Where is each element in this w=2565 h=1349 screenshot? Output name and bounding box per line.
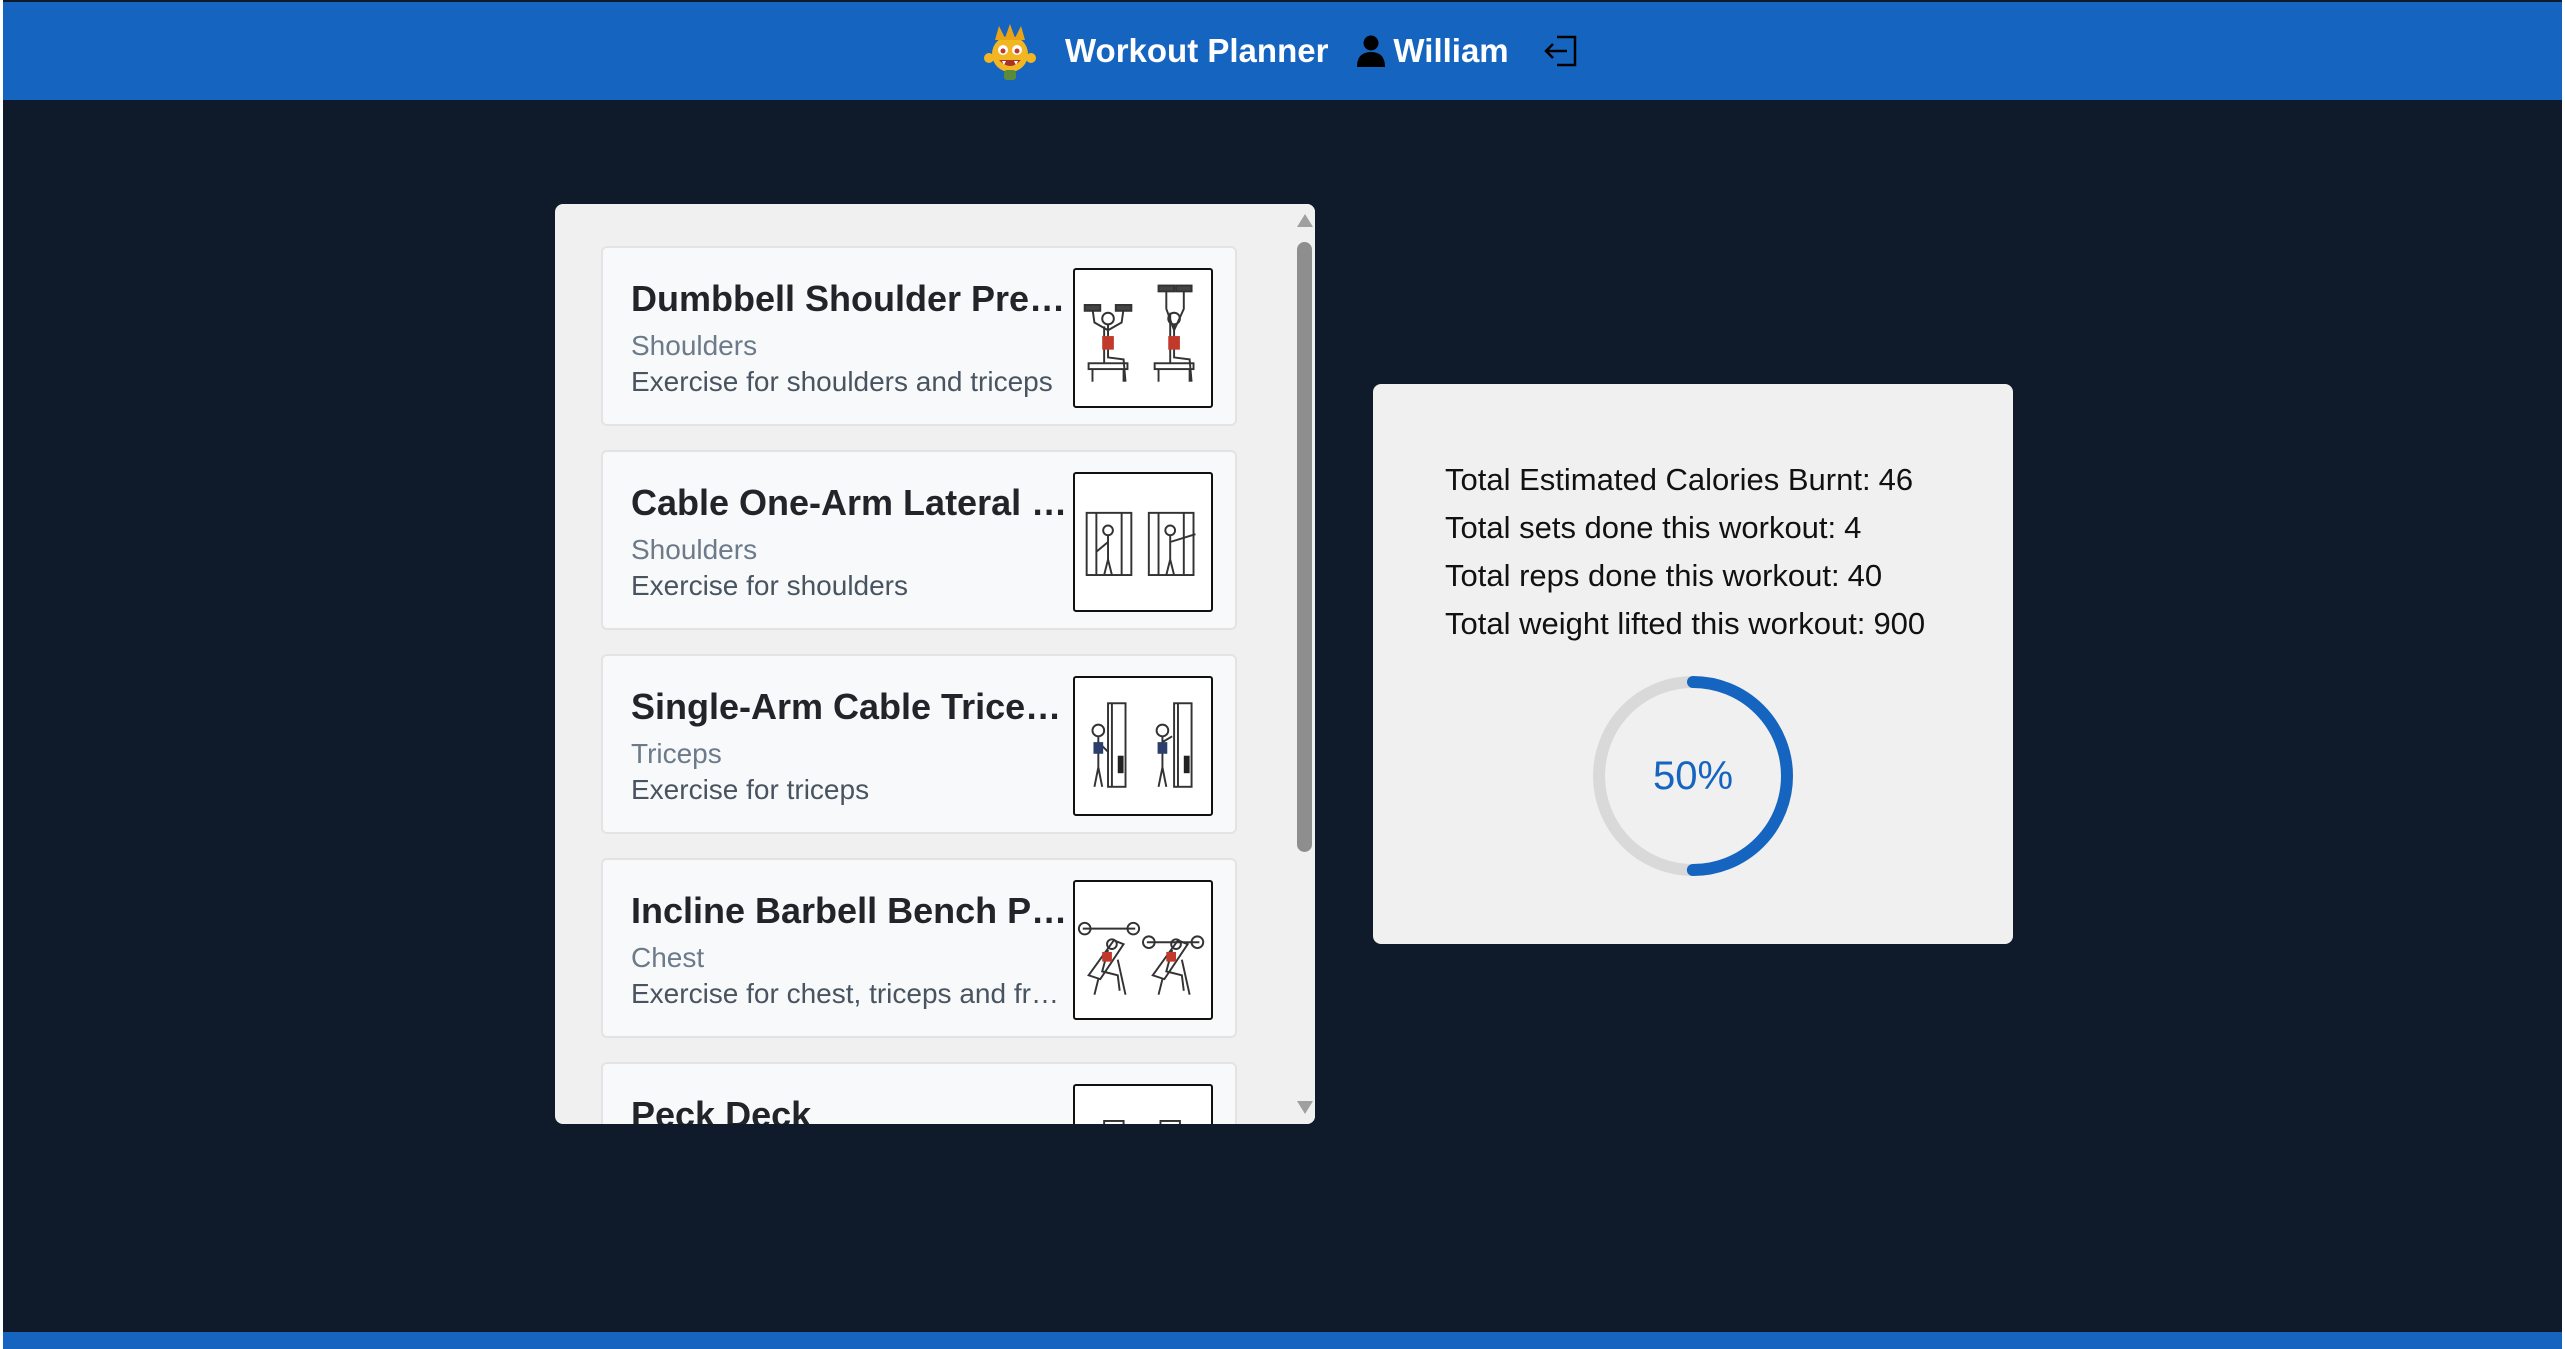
exercise-muscle: Chest [631,942,705,973]
reps-stat: Total reps done this workout: 40 [1445,558,1882,594]
logout-icon[interactable] [1541,31,1581,71]
weight-stat: Total weight lifted this workout: 900 [1445,606,1925,642]
exercise-muscle: Shoulders [631,330,758,361]
progress-percent-text: 50% [1652,753,1734,798]
exercise-name: Peck Deck [631,1094,812,1124]
cable-lateral-raise-illustration [1085,511,1196,576]
exercise-list[interactable]: Dumbbell Shoulder Press Shoulders Exerci… [555,204,1293,1124]
user-icon [1357,35,1386,67]
navbar-content: Workout Planner William [977,2,1581,100]
weight-label: Total weight lifted this workout: [1445,606,1866,641]
exercise-image [1073,1084,1213,1124]
weight-value: 900 [1873,606,1926,641]
sets-stat: Total sets done this workout: 4 [1445,510,1861,546]
reps-value: 40 [1847,558,1883,593]
exercise-description: Exercise for triceps [631,774,870,805]
app-title[interactable]: Workout Planner [1065,32,1328,70]
exercise-list-panel: Dumbbell Shoulder Press Shoulders Exerci… [555,204,1315,1124]
exercise-image [1073,880,1213,1020]
exercise-muscle: Triceps [631,738,722,769]
exercise-description: Exercise for shoulders and triceps [631,366,1053,397]
calories-value: 46 [1878,462,1914,497]
exercise-card[interactable]: Cable One-Arm Lateral Raise Shoulders Ex… [601,450,1237,630]
exercise-image [1073,268,1213,408]
dumbbell-shoulder-press-illustration [1083,284,1195,382]
scroll-down-arrow-icon[interactable] [1297,1101,1313,1114]
exercise-name: Single-Arm Cable Triceps Extension [631,686,1069,727]
sets-label: Total sets done this workout: [1445,510,1837,545]
app-root: Workout Planner William Dumbbell Shoulde… [3,0,2562,1349]
exercise-image [1073,472,1213,612]
workout-progress-ring: 50% [1591,674,1795,878]
exercise-muscle: Shoulders [631,534,758,565]
calories-label: Total Estimated Calories Burnt: [1445,462,1871,497]
exercise-description: Exercise for shoulders [631,570,909,601]
cable-triceps-extension-illustration [1091,702,1193,788]
reps-label: Total reps done this workout: [1445,558,1840,593]
user-name[interactable]: William [1393,32,1508,70]
exercise-name: Dumbbell Shoulder Press [631,278,1069,319]
exercise-description: Exercise for chest, triceps and front sh… [631,978,1069,1009]
scrollbar-thumb[interactable] [1297,242,1312,852]
mascot-logo-icon[interactable] [977,18,1043,84]
exercise-card[interactable]: Peck Deck [601,1062,1237,1124]
peck-deck-illustration [1103,1120,1181,1124]
scroll-up-arrow-icon[interactable] [1297,214,1313,227]
exercise-card[interactable]: Single-Arm Cable Triceps Extension Trice… [601,654,1237,834]
exercise-name: Cable One-Arm Lateral Raise [631,482,1069,523]
workout-stats-panel: Total Estimated Calories Burnt: 46 Total … [1373,384,2013,944]
exercise-image [1073,676,1213,816]
list-scrollbar[interactable] [1293,204,1315,1124]
incline-bench-press-illustration [1077,921,1205,995]
top-navbar: Workout Planner William [3,2,2562,100]
exercise-card[interactable]: Dumbbell Shoulder Press Shoulders Exerci… [601,246,1237,426]
exercise-card[interactable]: Incline Barbell Bench Press Chest Exerci… [601,858,1237,1038]
exercise-name: Incline Barbell Bench Press [631,890,1069,931]
bottom-bar [3,1332,2562,1349]
calories-stat: Total Estimated Calories Burnt: 46 [1445,462,1913,498]
sets-value: 4 [1844,510,1862,545]
